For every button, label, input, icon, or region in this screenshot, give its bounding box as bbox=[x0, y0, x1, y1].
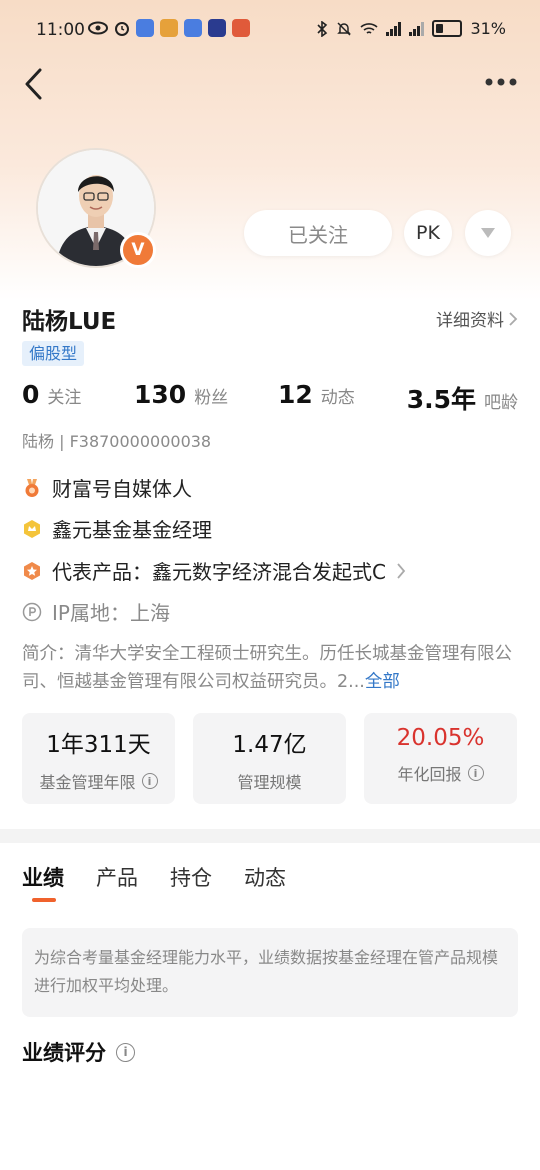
ip-location-icon bbox=[22, 602, 42, 621]
battery-icon bbox=[432, 20, 463, 37]
metric-label: 管理规模 bbox=[237, 773, 302, 792]
back-arrow-icon[interactable] bbox=[20, 66, 50, 102]
info-text: 代表产品：鑫元数字经济混合发起式C bbox=[52, 560, 386, 584]
info-row-ip: IP属地：上海 bbox=[22, 597, 170, 626]
stats-row: 0 关注 130 粉丝 12 动态 3.5年 吧龄 bbox=[22, 380, 518, 414]
stat-number: 3.5年 bbox=[406, 385, 476, 414]
info-row-manager: 鑫元基金基金经理 bbox=[22, 514, 212, 543]
info-row-product[interactable]: 代表产品：鑫元数字经济混合发起式C bbox=[22, 556, 406, 585]
signal-icon bbox=[409, 21, 425, 36]
metric-label-row: 基金管理年限 i bbox=[22, 769, 175, 793]
metric-value: 1.47亿 bbox=[232, 732, 307, 758]
alarm-icon bbox=[115, 22, 129, 36]
stat-posts[interactable]: 12 动态 bbox=[278, 380, 355, 409]
show-all-link[interactable]: 全部 bbox=[365, 672, 400, 692]
stat-label: 吧龄 bbox=[484, 393, 518, 413]
info-text: 财富号自媒体人 bbox=[52, 477, 192, 501]
pk-button[interactable]: PK bbox=[404, 210, 452, 256]
app-notification-icon bbox=[136, 19, 154, 37]
triangle-down-icon bbox=[481, 228, 495, 238]
stat-number: 0 bbox=[22, 380, 40, 409]
info-icon[interactable]: i bbox=[467, 765, 484, 781]
info-row-media: 财富号自媒体人 bbox=[22, 473, 192, 502]
detail-link-label: 详细资料 bbox=[436, 311, 504, 331]
metric-label-row: 管理规模 bbox=[193, 769, 346, 793]
more-options-icon[interactable] bbox=[484, 72, 518, 92]
expand-button[interactable] bbox=[465, 210, 511, 256]
star-badge-icon bbox=[24, 561, 40, 580]
notification-icons bbox=[88, 19, 250, 37]
profile-name: 陆杨LUE bbox=[22, 309, 117, 335]
metric-card-aum: 1.47亿 管理规模 bbox=[193, 713, 346, 804]
metric-value: 20.05% bbox=[396, 725, 485, 751]
detail-link[interactable]: 详细资料 bbox=[436, 306, 518, 331]
status-bar: 11:00 31% bbox=[0, 0, 540, 60]
tab-bar: 业绩 产品 持仓 动态 bbox=[22, 862, 286, 902]
app-notification-icon bbox=[232, 19, 250, 37]
system-status: 31% bbox=[316, 19, 506, 38]
intro-text: 简介：清华大学安全工程硕士研究生。历任长城基金管理有限公司、恒越基金管理有限公司… bbox=[22, 644, 512, 692]
status-time: 11:00 bbox=[36, 20, 85, 40]
metric-label: 基金管理年限 bbox=[39, 773, 136, 792]
followed-button[interactable]: 已关注 bbox=[244, 210, 392, 256]
info-icon[interactable]: i bbox=[141, 773, 158, 789]
metric-card-tenure: 1年311天 基金管理年限 i bbox=[22, 713, 175, 804]
chevron-right-icon bbox=[509, 311, 518, 326]
manager-id: 陆杨 | F3870000000038 bbox=[22, 432, 212, 451]
stat-followers[interactable]: 130 粉丝 bbox=[134, 380, 228, 409]
metric-label-row: 年化回报 i bbox=[364, 761, 517, 785]
signal-icon bbox=[386, 21, 402, 36]
intro-text-block: 简介：清华大学安全工程硕士研究生。历任长城基金管理有限公司、恒越基金管理有限公司… bbox=[22, 640, 518, 696]
bluetooth-icon bbox=[317, 20, 328, 37]
app-notification-icon bbox=[184, 19, 202, 37]
stat-account-age: 3.5年 吧龄 bbox=[407, 380, 518, 416]
wifi-icon bbox=[360, 22, 378, 34]
app-notification-icon bbox=[208, 19, 226, 37]
info-icon[interactable]: i bbox=[116, 1042, 135, 1062]
performance-notice: 为综合考量基金经理能力水平，业绩数据按基金经理在管产品规模进行加权平均处理。 bbox=[22, 928, 518, 1017]
mute-icon bbox=[337, 21, 352, 36]
info-text: 鑫元基金基金经理 bbox=[52, 518, 212, 542]
metric-value: 1年311天 bbox=[46, 732, 151, 758]
app-notification-icon bbox=[160, 19, 178, 37]
eye-icon bbox=[88, 21, 108, 35]
stat-label: 关注 bbox=[47, 388, 82, 408]
stat-number: 130 bbox=[134, 380, 187, 409]
stat-number: 12 bbox=[278, 380, 313, 409]
tab-holdings[interactable]: 持仓 bbox=[170, 862, 212, 892]
section-divider bbox=[0, 829, 540, 843]
section-title: 业绩评分 i bbox=[22, 1037, 135, 1067]
medal-icon bbox=[25, 478, 39, 497]
fund-type-tag: 偏股型 bbox=[22, 341, 85, 366]
stat-label: 动态 bbox=[320, 388, 355, 408]
stat-label: 粉丝 bbox=[194, 388, 229, 408]
info-text: IP属地：上海 bbox=[52, 601, 170, 625]
section-title-text: 业绩评分 bbox=[22, 1041, 106, 1065]
verified-badge: V bbox=[120, 232, 156, 268]
chevron-right-icon bbox=[397, 562, 406, 579]
tab-performance[interactable]: 业绩 bbox=[22, 862, 64, 902]
stat-following[interactable]: 0 关注 bbox=[22, 380, 81, 409]
tab-products[interactable]: 产品 bbox=[96, 862, 138, 892]
crown-badge-icon bbox=[24, 519, 40, 538]
battery-percent: 31% bbox=[470, 19, 506, 38]
metric-label: 年化回报 bbox=[397, 765, 462, 784]
metrics-cards: 1年311天 基金管理年限 i 1.47亿 管理规模 20.05% 年化回报 i bbox=[22, 713, 518, 804]
metric-card-annual-return: 20.05% 年化回报 i bbox=[364, 713, 517, 804]
tab-posts[interactable]: 动态 bbox=[244, 862, 286, 892]
